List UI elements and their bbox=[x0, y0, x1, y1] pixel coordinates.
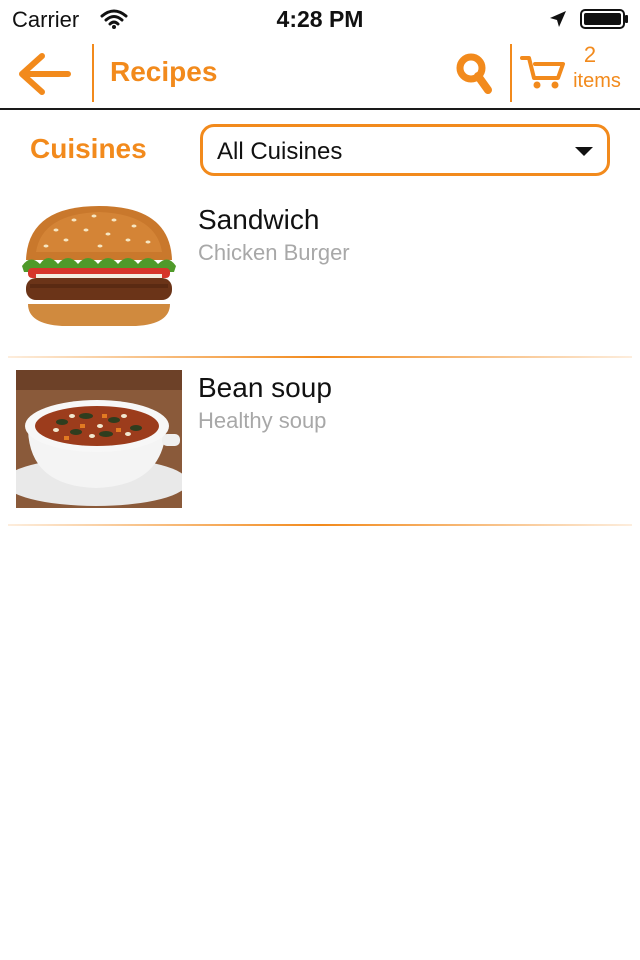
search-icon bbox=[456, 53, 492, 94]
bean-soup-photo bbox=[16, 370, 182, 508]
cuisine-dropdown-value: All Cuisines bbox=[217, 138, 343, 165]
location-arrow-icon bbox=[550, 11, 566, 27]
recipe-subtitle: Healthy soup bbox=[198, 408, 327, 433]
nav-divider bbox=[92, 44, 94, 102]
cart-count: 2 bbox=[583, 42, 597, 67]
recipe-subtitle: Chicken Burger bbox=[198, 240, 350, 265]
nav-bar: Recipes 2 items bbox=[0, 38, 640, 110]
recipe-list: Sandwich Chicken Burger Bean soup Health… bbox=[0, 190, 640, 526]
recipe-title: Bean soup bbox=[198, 372, 332, 403]
back-button[interactable] bbox=[12, 48, 76, 100]
cart-button[interactable] bbox=[520, 52, 566, 92]
caret-down-icon bbox=[575, 147, 593, 156]
cuisine-dropdown[interactable]: All Cuisines bbox=[200, 124, 610, 176]
status-time: 4:28 PM bbox=[276, 6, 364, 32]
search-button[interactable] bbox=[450, 50, 496, 96]
list-item[interactable]: Sandwich Chicken Burger bbox=[0, 190, 640, 358]
recipe-title: Sandwich bbox=[198, 204, 320, 235]
list-item[interactable]: Bean soup Healthy soup bbox=[0, 358, 640, 526]
status-bar: Carrier 4:28 PM bbox=[0, 0, 640, 38]
cart-items-label: items bbox=[573, 70, 621, 92]
burger-photo bbox=[16, 200, 182, 338]
cart-icon bbox=[520, 56, 565, 89]
cuisines-label: Cuisines bbox=[30, 133, 147, 164]
nav-divider bbox=[510, 44, 512, 102]
arrow-left-icon bbox=[19, 53, 71, 95]
page-title: Recipes bbox=[110, 56, 218, 87]
battery-icon bbox=[580, 9, 628, 29]
